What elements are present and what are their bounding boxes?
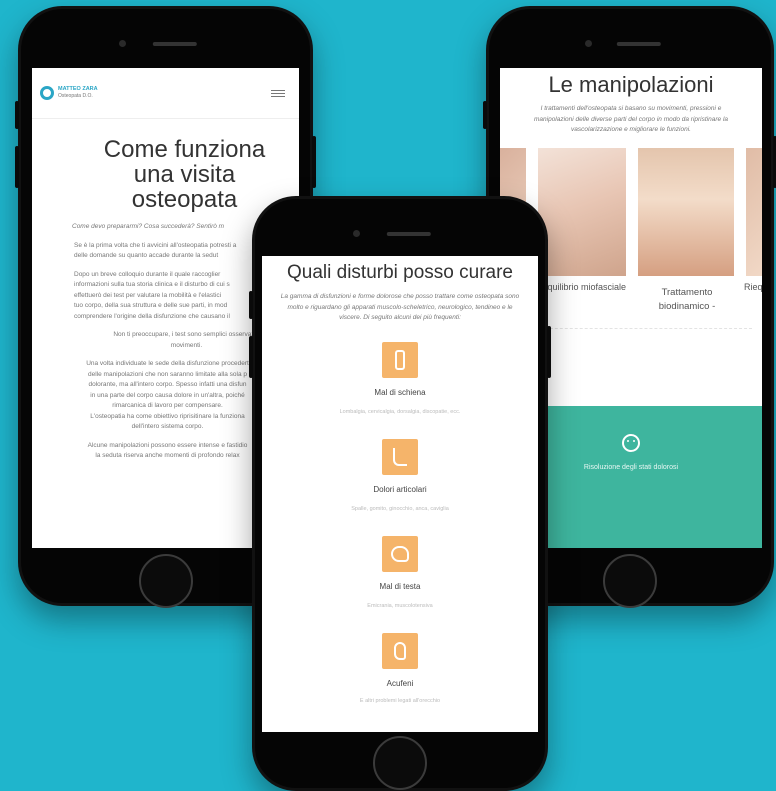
center-phone-screen: Quali disturbi posso curare La gamma di … xyxy=(262,256,538,732)
card-label: Riequilibrio miofasciale xyxy=(534,281,627,292)
logo-icon xyxy=(40,86,54,100)
section-subtitle: I trattamenti dell'osteopata si basano s… xyxy=(533,105,729,133)
speaker xyxy=(386,232,431,236)
foot-icon xyxy=(382,438,418,475)
logo-name: MATTEO ZARA xyxy=(58,86,98,92)
condition-label: Mal di schiena xyxy=(374,387,426,397)
card-image xyxy=(538,147,626,276)
section-title: Le manipolazioni xyxy=(548,72,714,97)
center-phone: Quali disturbi posso curare La gamma di … xyxy=(249,196,551,791)
logo-sub: Osteopata D.O. xyxy=(58,93,93,99)
condition-label: Acufeni xyxy=(386,678,414,688)
page-title: Come funziona una visita osteopata xyxy=(103,136,266,213)
condition-desc: Lombalgia, cervicalgia, dorsalgia, disco… xyxy=(339,408,461,415)
home-button[interactable] xyxy=(603,554,657,608)
home-button[interactable] xyxy=(373,736,427,790)
card-image xyxy=(638,147,734,276)
condition-desc: Emicrania, muscolotensiva xyxy=(367,602,433,609)
condition-item[interactable]: Mal di schiena Lombalgia, cervicalgia, d… xyxy=(262,341,538,415)
section-title: Quali disturbi posso curare xyxy=(287,262,513,283)
condition-label: Dolori articolari xyxy=(373,484,427,494)
site-header: MATTEO ZARA Osteopata D.O. xyxy=(32,68,299,119)
condition-desc: E altri problemi legati all'orecchio xyxy=(359,697,441,704)
section-intro: La gamma di disfunzioni e forme dolorose… xyxy=(280,293,520,321)
spine-icon xyxy=(382,341,418,378)
condition-item[interactable]: Acufeni E altri problemi legati all'orec… xyxy=(262,632,538,704)
condition-label: Mal di testa xyxy=(379,581,421,591)
logo[interactable]: MATTEO ZARA Osteopata D.O. xyxy=(58,86,98,100)
condition-item[interactable]: Dolori articolari Spalle, gomito, ginocc… xyxy=(262,438,538,512)
card-image xyxy=(746,147,762,276)
card-label: Riequ xyxy=(744,281,762,292)
ear-icon xyxy=(382,632,418,669)
speaker xyxy=(152,42,197,46)
home-button[interactable] xyxy=(138,554,193,608)
speaker xyxy=(616,42,661,46)
condition-item[interactable]: Mal di testa Emicrania, muscolotensiva xyxy=(262,535,538,609)
head-icon xyxy=(382,535,418,572)
condition-desc: Spalle, gomito, ginocchio, anca, cavigli… xyxy=(351,505,449,512)
smile-icon xyxy=(622,434,640,452)
card-label: Trattamento biodinamico - xyxy=(658,286,716,312)
menu-icon[interactable] xyxy=(271,88,285,99)
